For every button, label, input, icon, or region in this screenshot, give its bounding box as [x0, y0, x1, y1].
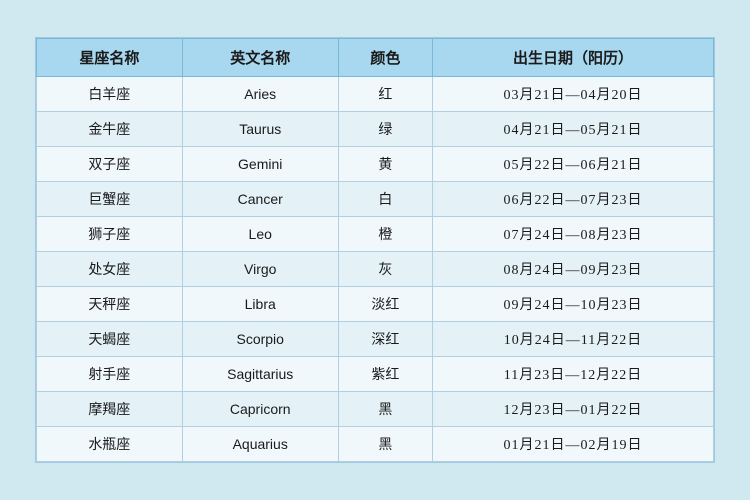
cell-color: 深红 [338, 322, 432, 357]
cell-birthdate: 07月24日—08月23日 [433, 217, 714, 252]
cell-birthdate: 10月24日—11月22日 [433, 322, 714, 357]
cell-english-name: Sagittarius [182, 357, 338, 392]
table-row: 水瓶座Aquarius黑01月21日—02月19日 [37, 427, 714, 462]
cell-color: 灰 [338, 252, 432, 287]
table-header-row: 星座名称 英文名称 颜色 出生日期（阳历） [37, 39, 714, 77]
table-row: 射手座Sagittarius紫红11月23日—12月22日 [37, 357, 714, 392]
header-chinese-name: 星座名称 [37, 39, 183, 77]
cell-chinese-name: 双子座 [37, 147, 183, 182]
table-row: 巨蟹座Cancer白06月22日—07月23日 [37, 182, 714, 217]
cell-english-name: Cancer [182, 182, 338, 217]
cell-chinese-name: 处女座 [37, 252, 183, 287]
cell-birthdate: 01月21日—02月19日 [433, 427, 714, 462]
header-english-name: 英文名称 [182, 39, 338, 77]
cell-english-name: Capricorn [182, 392, 338, 427]
table-row: 天蝎座Scorpio深红10月24日—11月22日 [37, 322, 714, 357]
cell-birthdate: 05月22日—06月21日 [433, 147, 714, 182]
cell-chinese-name: 狮子座 [37, 217, 183, 252]
cell-birthdate: 11月23日—12月22日 [433, 357, 714, 392]
cell-chinese-name: 天蝎座 [37, 322, 183, 357]
cell-birthdate: 06月22日—07月23日 [433, 182, 714, 217]
table-row: 狮子座Leo橙07月24日—08月23日 [37, 217, 714, 252]
cell-chinese-name: 天秤座 [37, 287, 183, 322]
cell-chinese-name: 摩羯座 [37, 392, 183, 427]
cell-english-name: Gemini [182, 147, 338, 182]
table-row: 双子座Gemini黄05月22日—06月21日 [37, 147, 714, 182]
cell-birthdate: 08月24日—09月23日 [433, 252, 714, 287]
cell-chinese-name: 水瓶座 [37, 427, 183, 462]
cell-chinese-name: 金牛座 [37, 112, 183, 147]
zodiac-table: 星座名称 英文名称 颜色 出生日期（阳历） 白羊座Aries红03月21日—04… [36, 38, 714, 462]
table-row: 天秤座Libra淡红09月24日—10月23日 [37, 287, 714, 322]
cell-color: 红 [338, 77, 432, 112]
cell-chinese-name: 射手座 [37, 357, 183, 392]
cell-color: 黑 [338, 392, 432, 427]
cell-color: 绿 [338, 112, 432, 147]
cell-english-name: Leo [182, 217, 338, 252]
table-row: 摩羯座Capricorn黑12月23日—01月22日 [37, 392, 714, 427]
cell-english-name: Aquarius [182, 427, 338, 462]
cell-birthdate: 04月21日—05月21日 [433, 112, 714, 147]
cell-chinese-name: 白羊座 [37, 77, 183, 112]
cell-color: 紫红 [338, 357, 432, 392]
zodiac-table-container: 星座名称 英文名称 颜色 出生日期（阳历） 白羊座Aries红03月21日—04… [35, 37, 715, 463]
cell-color: 橙 [338, 217, 432, 252]
cell-birthdate: 03月21日—04月20日 [433, 77, 714, 112]
cell-english-name: Scorpio [182, 322, 338, 357]
header-color: 颜色 [338, 39, 432, 77]
table-row: 处女座Virgo灰08月24日—09月23日 [37, 252, 714, 287]
cell-english-name: Virgo [182, 252, 338, 287]
cell-birthdate: 12月23日—01月22日 [433, 392, 714, 427]
header-birthdate: 出生日期（阳历） [433, 39, 714, 77]
cell-color: 白 [338, 182, 432, 217]
cell-english-name: Taurus [182, 112, 338, 147]
cell-color: 黄 [338, 147, 432, 182]
cell-english-name: Aries [182, 77, 338, 112]
table-body: 白羊座Aries红03月21日—04月20日金牛座Taurus绿04月21日—0… [37, 77, 714, 462]
cell-chinese-name: 巨蟹座 [37, 182, 183, 217]
cell-birthdate: 09月24日—10月23日 [433, 287, 714, 322]
cell-color: 黑 [338, 427, 432, 462]
cell-color: 淡红 [338, 287, 432, 322]
cell-english-name: Libra [182, 287, 338, 322]
table-row: 白羊座Aries红03月21日—04月20日 [37, 77, 714, 112]
table-row: 金牛座Taurus绿04月21日—05月21日 [37, 112, 714, 147]
